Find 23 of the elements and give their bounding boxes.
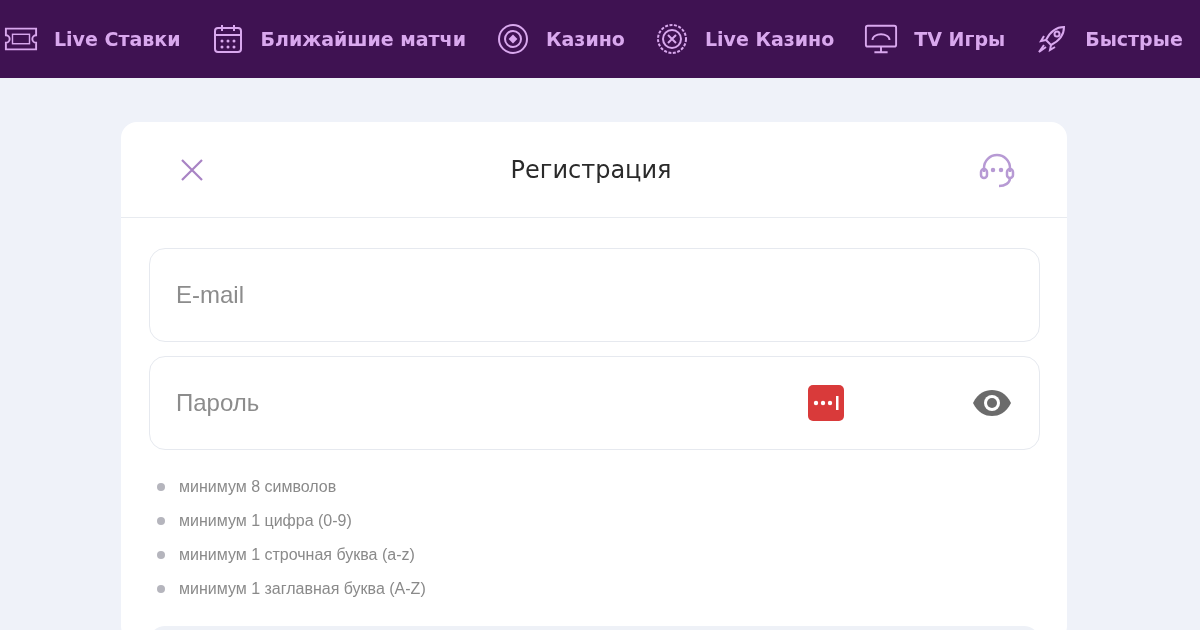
password-manager-icon[interactable]	[808, 385, 844, 421]
chip-icon	[496, 23, 530, 55]
dialog-title: Регистрация	[510, 155, 672, 184]
password-rule: минимум 1 строчная буква (a-z)	[179, 546, 415, 564]
password-field[interactable]: Пароль	[149, 356, 1040, 450]
nav-link[interactable]: Казино	[496, 23, 625, 55]
roulette-icon	[654, 23, 689, 55]
eye-icon[interactable]	[972, 389, 1012, 417]
bullet-icon	[157, 551, 165, 559]
nav-link[interactable]: Live Казино	[654, 23, 835, 55]
password-rule: минимум 8 символов	[179, 478, 337, 496]
close-icon[interactable]	[179, 156, 205, 183]
nav-link[interactable]: Быстрые	[1035, 23, 1183, 55]
email-field[interactable]: E-mail	[149, 248, 1040, 342]
bullet-icon	[157, 483, 165, 491]
password-rule: минимум 1 цифра (0-9)	[179, 512, 352, 530]
nav-link[interactable]: TV Игры	[864, 23, 1006, 55]
nav-link[interactable]: Ближайшие матчи	[210, 23, 466, 55]
monitor-icon	[864, 23, 899, 55]
nav-link[interactable]: Live Ставки	[4, 23, 181, 55]
bullet-icon	[157, 585, 165, 593]
password-rule: минимум 1 заглавная буква (A-Z)	[179, 580, 426, 598]
bullet-icon	[157, 517, 165, 525]
